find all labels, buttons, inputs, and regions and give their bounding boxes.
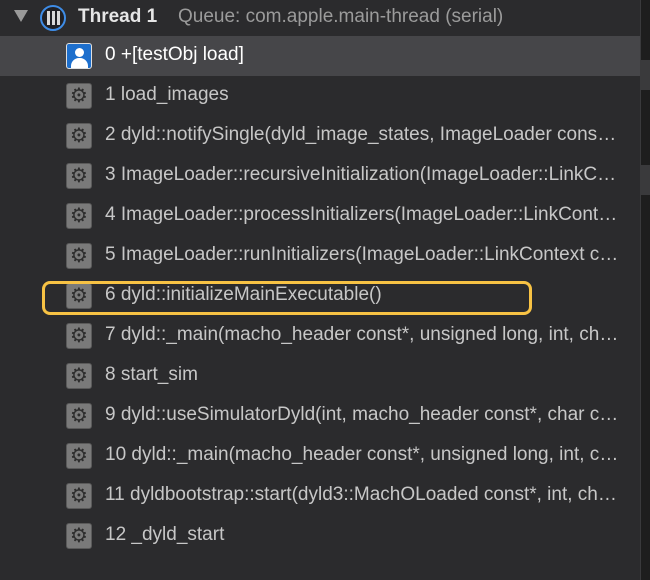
gear-icon: ⚙ [66,243,92,269]
thread-row[interactable]: Thread 1 Queue: com.apple.main-thread (s… [0,0,640,36]
stack-frame-label: 4 ImageLoader::processInitializers(Image… [105,204,620,225]
thread-queue-label: Queue: com.apple.main-thread (serial) [178,6,504,27]
gear-icon: ⚙ [66,443,92,469]
gear-icon: ⚙ [66,283,92,309]
user-code-icon [66,43,92,69]
gear-icon: ⚙ [66,123,92,149]
stack-frame-10[interactable]: ⚙ 10 dyld::_main(macho_header const*, un… [0,436,640,476]
stack-frame-3[interactable]: ⚙ 3 ImageLoader::recursiveInitialization… [0,156,640,196]
stack-frame-0[interactable]: 0 +[testObj load] [0,36,640,76]
gear-icon: ⚙ [66,523,92,549]
stack-frame-1[interactable]: ⚙ 1 load_images [0,76,640,116]
stack-frame-8[interactable]: ⚙ 8 start_sim [0,356,640,396]
thread-title: Thread 1 [78,6,158,27]
gear-icon: ⚙ [66,83,92,109]
stack-frame-label: 6 dyld::initializeMainExecutable() [105,284,382,305]
editor-edge [640,0,650,580]
gear-icon: ⚙ [66,203,92,229]
stack-frame-12[interactable]: ⚙ 12 _dyld_start [0,516,640,556]
stack-frame-4[interactable]: ⚙ 4 ImageLoader::processInitializers(Ima… [0,196,640,236]
gear-icon: ⚙ [66,363,92,389]
stack-frame-label: 3 ImageLoader::recursiveInitialization(I… [105,164,620,185]
stack-frame-5[interactable]: ⚙ 5 ImageLoader::runInitializers(ImageLo… [0,236,640,276]
disclosure-triangle-icon[interactable] [14,10,28,22]
gear-icon: ⚙ [66,483,92,509]
stack-frame-label: 1 load_images [105,84,229,105]
stack-frame-label: 9 dyld::useSimulatorDyld(int, macho_head… [105,404,620,425]
stack-frame-label: 2 dyld::notifySingle(dyld_image_states, … [105,124,620,145]
thread-icon [40,5,66,31]
stack-frame-11[interactable]: ⚙ 11 dyldbootstrap::start(dyld3::MachOLo… [0,476,640,516]
stack-frame-label: 0 +[testObj load] [105,44,244,65]
gear-icon: ⚙ [66,163,92,189]
stack-frame-label: 8 start_sim [105,364,198,385]
stack-frame-list: 0 +[testObj load] ⚙ 1 load_images ⚙ 2 dy… [0,36,640,556]
stack-frame-2[interactable]: ⚙ 2 dyld::notifySingle(dyld_image_states… [0,116,640,156]
stack-frame-6[interactable]: ⚙ 6 dyld::initializeMainExecutable() [0,276,640,316]
gear-icon: ⚙ [66,323,92,349]
gear-icon: ⚙ [66,403,92,429]
stack-frame-9[interactable]: ⚙ 9 dyld::useSimulatorDyld(int, macho_he… [0,396,640,436]
stack-frame-label: 7 dyld::_main(macho_header const*, unsig… [105,324,620,345]
stack-frame-label: 10 dyld::_main(macho_header const*, unsi… [105,444,620,465]
debug-navigator: Thread 1 Queue: com.apple.main-thread (s… [0,0,640,580]
stack-frame-label: 12 _dyld_start [105,524,225,545]
stack-frame-label: 5 ImageLoader::runInitializers(ImageLoad… [105,244,620,265]
stack-frame-7[interactable]: ⚙ 7 dyld::_main(macho_header const*, uns… [0,316,640,356]
stack-frame-label: 11 dyldbootstrap::start(dyld3::MachOLoad… [105,484,620,505]
